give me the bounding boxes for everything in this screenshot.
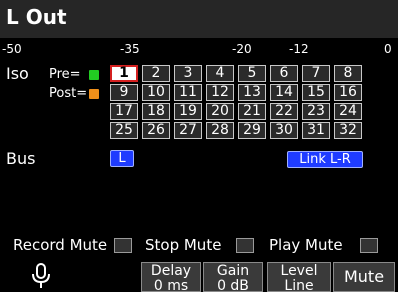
record-mute-checkbox[interactable]: [114, 238, 132, 253]
iso-channel-button[interactable]: 8: [334, 65, 362, 82]
iso-channel-button[interactable]: 25: [110, 122, 138, 139]
iso-channel-button[interactable]: 24: [334, 103, 362, 120]
delay-button[interactable]: Delay 0 ms: [141, 262, 201, 292]
iso-channel-button[interactable]: 21: [238, 103, 266, 120]
post-indicator-icon: [89, 89, 99, 99]
meter-scale-label: -35: [120, 42, 140, 56]
level-label: Level: [280, 263, 318, 279]
iso-label: Iso: [6, 64, 29, 83]
level-button[interactable]: Level Line: [267, 262, 331, 292]
pre-label: Pre=: [49, 67, 81, 82]
microphone-icon[interactable]: [30, 262, 52, 290]
record-mute-label: Record Mute: [13, 236, 108, 254]
iso-channel-button[interactable]: 19: [174, 103, 202, 120]
iso-channel-button[interactable]: 32: [334, 122, 362, 139]
mute-button[interactable]: Mute: [333, 262, 395, 292]
bus-l-button[interactable]: L: [110, 150, 134, 167]
play-mute-label: Play Mute: [269, 236, 343, 254]
iso-channel-button[interactable]: 26: [142, 122, 170, 139]
iso-channel-button[interactable]: 29: [238, 122, 266, 139]
play-mute-checkbox[interactable]: [360, 238, 378, 253]
iso-channel-button[interactable]: 18: [142, 103, 170, 120]
iso-channel-button[interactable]: 15: [302, 84, 330, 101]
meter-scale-label: -50: [2, 42, 22, 56]
gain-button[interactable]: Gain 0 dB: [203, 262, 263, 292]
iso-channel-button[interactable]: 14: [270, 84, 298, 101]
post-label: Post=: [49, 86, 88, 101]
iso-channel-button[interactable]: 1: [110, 65, 138, 82]
meter-scale-label: -20: [232, 42, 252, 56]
iso-channel-button[interactable]: 9: [110, 84, 138, 101]
iso-channel-button[interactable]: 27: [174, 122, 202, 139]
iso-channel-button[interactable]: 23: [302, 103, 330, 120]
stop-mute-checkbox[interactable]: [236, 238, 254, 253]
gain-label: Gain: [216, 263, 250, 279]
iso-channel-button[interactable]: 7: [302, 65, 330, 82]
iso-channel-button[interactable]: 11: [174, 84, 202, 101]
iso-channel-button[interactable]: 2: [142, 65, 170, 82]
iso-channel-button[interactable]: 13: [238, 84, 266, 101]
iso-channel-button[interactable]: 3: [174, 65, 202, 82]
iso-channel-button[interactable]: 28: [206, 122, 234, 139]
level-value: Line: [284, 278, 314, 292]
meter-scale-label: -12: [289, 42, 309, 56]
page-title: L Out: [6, 5, 67, 29]
iso-channel-button[interactable]: 10: [142, 84, 170, 101]
iso-channel-button[interactable]: 6: [270, 65, 298, 82]
gain-value: 0 dB: [217, 278, 249, 292]
meter-scale-label: 0: [384, 42, 392, 56]
title-bar: L Out: [0, 0, 398, 38]
iso-channel-button[interactable]: 30: [270, 122, 298, 139]
iso-channel-button[interactable]: 16: [334, 84, 362, 101]
delay-label: Delay: [150, 263, 192, 279]
iso-channel-button[interactable]: 4: [206, 65, 234, 82]
iso-channel-button[interactable]: 22: [270, 103, 298, 120]
delay-value: 0 ms: [153, 278, 189, 292]
stop-mute-label: Stop Mute: [145, 236, 222, 254]
bus-label: Bus: [6, 149, 36, 168]
iso-channel-button[interactable]: 5: [238, 65, 266, 82]
iso-channel-button[interactable]: 17: [110, 103, 138, 120]
iso-channel-button[interactable]: 12: [206, 84, 234, 101]
iso-channel-button[interactable]: 31: [302, 122, 330, 139]
pre-indicator-icon: [89, 70, 99, 80]
link-l-r-button[interactable]: Link L-R: [287, 151, 363, 168]
iso-channel-button[interactable]: 20: [206, 103, 234, 120]
